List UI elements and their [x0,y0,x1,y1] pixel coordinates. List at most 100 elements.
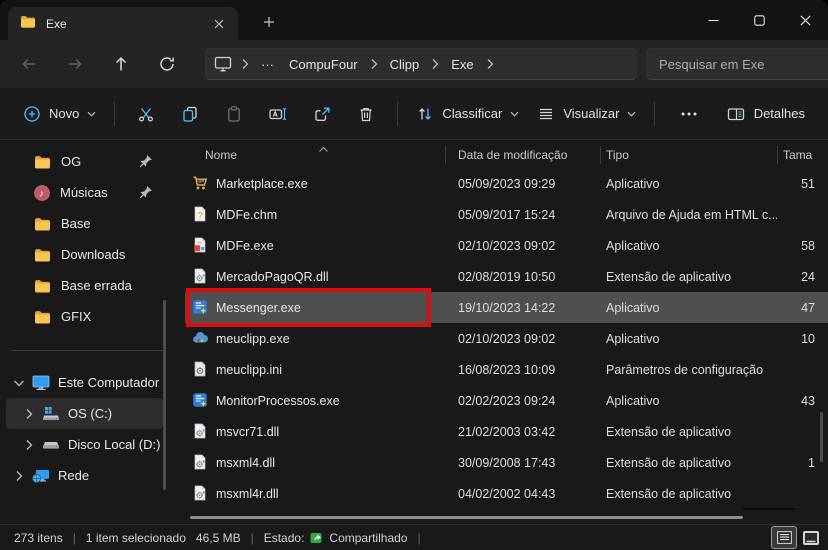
sidebar-tree-item-os-c[interactable]: OS (C:) [6,398,163,429]
details-pane-button[interactable]: Detalhes [717,98,814,130]
back-button[interactable] [12,47,46,81]
breadcrumb-chevron-icon [486,58,494,70]
view-button[interactable]: Visualizar [528,98,645,130]
folder-icon [34,155,51,169]
horizontal-scrollbar-track[interactable] [743,508,795,510]
file-row-msxml4-dll[interactable]: msxml4.dll30/09/2008 17:43Extensão de ap… [185,447,828,478]
file-row-mdfe-exe[interactable]: MDFe.exe02/10/2023 09:02Aplicativo58 [185,230,828,261]
breadcrumb-segment-compufour[interactable]: CompuFour [286,55,361,74]
chevron-down-icon[interactable] [12,379,26,387]
breadcrumb-chevron-icon [241,58,249,70]
file-name: msxml4.dll [216,456,275,470]
sidebar-item-base[interactable]: Base [0,208,179,239]
paste-button[interactable] [215,96,253,132]
details-view-toggle[interactable] [772,527,796,548]
monitor-icon [214,56,232,72]
more-options-button[interactable] [667,96,711,132]
file-name-cell: msxml4.dll [185,454,445,471]
delete-button[interactable] [347,96,385,132]
file-name-cell: meuclipp.ini [185,361,445,378]
sort-button-label: Classificar [442,106,502,121]
breadcrumb-collapsed-segments[interactable]: ··· [258,55,277,74]
up-button[interactable] [104,47,138,81]
search-input[interactable]: Pesquisar em Exe [646,48,828,80]
column-header-type[interactable]: Tipo [600,148,777,162]
chevron-right-icon[interactable] [22,439,36,451]
file-row-meuclipp-ini[interactable]: meuclipp.ini16/08/2023 10:09Parâmetros d… [185,354,828,385]
sidebar-item-label: Downloads [61,247,125,262]
file-row-messenger-exe[interactable]: Messenger.exe19/10/2023 14:22Aplicativo4… [185,292,828,323]
column-separator[interactable] [777,146,778,164]
selected-count: 1 item selecionado [86,531,186,545]
sidebar-item-gfix[interactable]: GFIX [0,301,179,332]
tree-item-label: Disco Local (D:) [68,437,160,452]
breadcrumb-segment-exe[interactable]: Exe [448,55,476,74]
file-date-modified: 19/10/2023 14:22 [445,301,600,315]
column-separator[interactable] [445,146,446,164]
sidebar-item-downloads[interactable]: Downloads [0,239,179,270]
sidebar-scrollbar[interactable] [163,300,166,490]
horizontal-scrollbar[interactable] [190,516,743,519]
file-row-monitorprocessos-exe[interactable]: MonitorProcessos.exe02/02/2023 09:24Apli… [185,385,828,416]
file-type: Aplicativo [600,394,777,408]
column-header-size[interactable]: Tama [777,148,828,162]
vertical-scrollbar[interactable] [820,412,823,462]
titlebar: Exe [0,0,828,40]
pin-icon [139,185,153,199]
breadcrumb-segment-clipp[interactable]: Clipp [387,55,423,74]
address-bar[interactable]: ··· CompuFour Clipp Exe [205,48,637,80]
sidebar-tree-item-disco-local-d[interactable]: Disco Local (D:) [6,429,163,460]
file-date-modified: 02/10/2023 09:02 [445,332,600,346]
minimize-button[interactable] [690,0,736,40]
new-button[interactable]: Novo [14,98,105,130]
sidebar-item-base-errada[interactable]: Base errada [0,270,179,301]
column-separator[interactable] [600,146,601,164]
sidebar-tree-item-este-computador[interactable]: Este Computador [6,367,163,398]
explorer-tab[interactable]: Exe [8,7,238,40]
close-button[interactable] [782,0,828,40]
file-name-cell: msvcr71.dll [185,423,445,440]
window-controls [690,0,828,40]
tab-title: Exe [46,17,208,31]
column-header-date[interactable]: Data de modificação [445,148,600,162]
new-tab-button[interactable] [254,9,284,35]
file-row-msxml4r-dll[interactable]: msxml4r.dll04/02/2002 04:43Extensão de a… [185,478,828,509]
shared-status-icon [310,532,324,544]
column-header-name[interactable]: Nome [185,148,445,162]
file-row-meuclipp-exe[interactable]: meuclipp.exe02/10/2023 09:02Aplicativo10 [185,323,828,354]
state-value: Compartilhado [329,531,407,545]
command-toolbar: Novo Classificar [0,88,828,140]
chevron-right-icon[interactable] [12,470,26,482]
tree-item-label: OS (C:) [68,406,112,421]
forward-button[interactable] [58,47,92,81]
file-name: msvcr71.dll [216,425,279,439]
items-count: 273 itens [14,531,63,545]
file-size: 47 [777,301,828,315]
network-icon [32,468,50,484]
view-button-label: Visualizar [563,106,619,121]
file-size: 10 [777,332,828,346]
navigation-bar: ··· CompuFour Clipp Exe Pesquisar em Exe [0,40,828,88]
copy-button[interactable] [171,96,209,132]
tab-close-icon[interactable] [208,13,230,35]
file-row-mercadopagoqr-dll[interactable]: MercadoPagoQR.dll02/08/2019 10:50Extensã… [185,261,828,292]
sidebar-item-og[interactable]: OG [0,146,179,177]
file-name: MonitorProcessos.exe [216,394,340,408]
maximize-button[interactable] [736,0,782,40]
file-row-marketplace-exe[interactable]: Marketplace.exe05/09/2023 09:29Aplicativ… [185,168,828,199]
rename-button[interactable] [259,96,297,132]
file-row-msvcr71-dll[interactable]: msvcr71.dll21/02/2003 03:42Extensão de a… [185,416,828,447]
cut-button[interactable] [127,96,165,132]
sidebar-item-m-sicas[interactable]: ♪Músicas [0,177,179,208]
dll-file-icon [192,423,209,440]
sidebar-tree-item-rede[interactable]: Rede [6,460,163,491]
thumbnail-view-toggle[interactable] [799,527,823,548]
sort-button[interactable]: Classificar [407,98,528,130]
new-button-label: Novo [49,106,79,121]
refresh-button[interactable] [150,47,184,81]
share-button[interactable] [303,96,341,132]
sidebar-separator [10,350,163,351]
chevron-right-icon[interactable] [22,408,36,420]
folder-icon [34,279,51,293]
file-row-mdfe-chm[interactable]: ?MDFe.chm05/09/2017 15:24Arquivo de Ajud… [185,199,828,230]
